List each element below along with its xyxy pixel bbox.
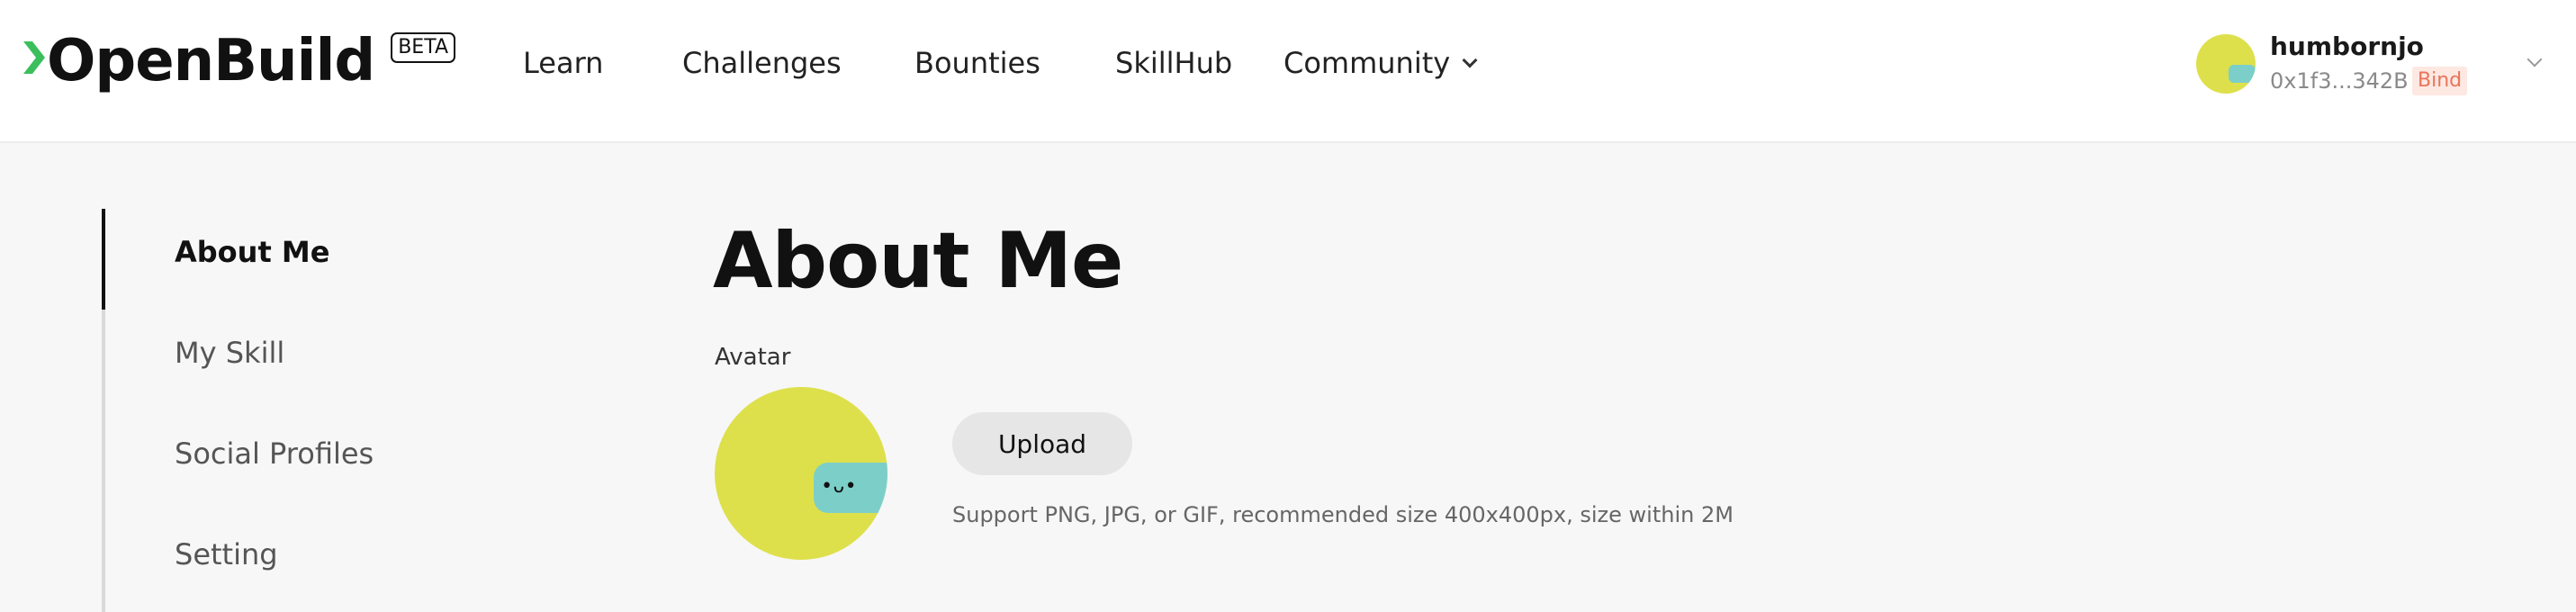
openbuild-logo[interactable]: OpenBuild BETA [23,27,455,95]
nav-community[interactable]: Community [1283,43,1478,83]
sidebar-active-indicator [102,209,105,310]
sidebar-item-about-me[interactable]: About Me [175,232,329,272]
nav-learn[interactable]: Learn [523,43,603,83]
sidebar-item-my-skill[interactable]: My Skill [175,333,284,373]
user-menu[interactable]: humbornjo 0x1f3...342B Bind [2196,32,2574,104]
wallet-address: 0x1f3...342B [2270,68,2409,94]
nav-challenges[interactable]: Challenges [682,43,842,83]
nav-bounties[interactable]: Bounties [914,43,1040,83]
upload-hint: Support PNG, JPG, or GIF, recommended si… [952,502,1734,527]
top-header: OpenBuild BETA Learn Challenges Bounties… [0,0,2576,143]
chevron-down-icon[interactable] [2526,51,2543,68]
sidebar-item-setting[interactable]: Setting [175,535,278,574]
upload-button[interactable]: Upload [952,412,1132,475]
chevron-down-icon [1462,52,1478,68]
avatar-label: Avatar [715,344,791,371]
user-name: humbornjo [2270,32,2424,61]
nav-skillhub[interactable]: SkillHub [1115,43,1232,83]
sidebar-item-social-profiles[interactable]: Social Profiles [175,434,374,473]
avatar-preview: •ᴗ• [715,387,887,560]
avatar-blob [2229,65,2256,83]
nav-community-label: Community [1283,46,1451,80]
page-title: About Me [713,216,1123,306]
smile-icon: •ᴗ• [821,475,857,498]
bind-button[interactable]: Bind [2412,67,2468,95]
avatar [2196,34,2256,94]
beta-badge: BETA [391,32,455,63]
logo-text: OpenBuild [47,28,375,94]
